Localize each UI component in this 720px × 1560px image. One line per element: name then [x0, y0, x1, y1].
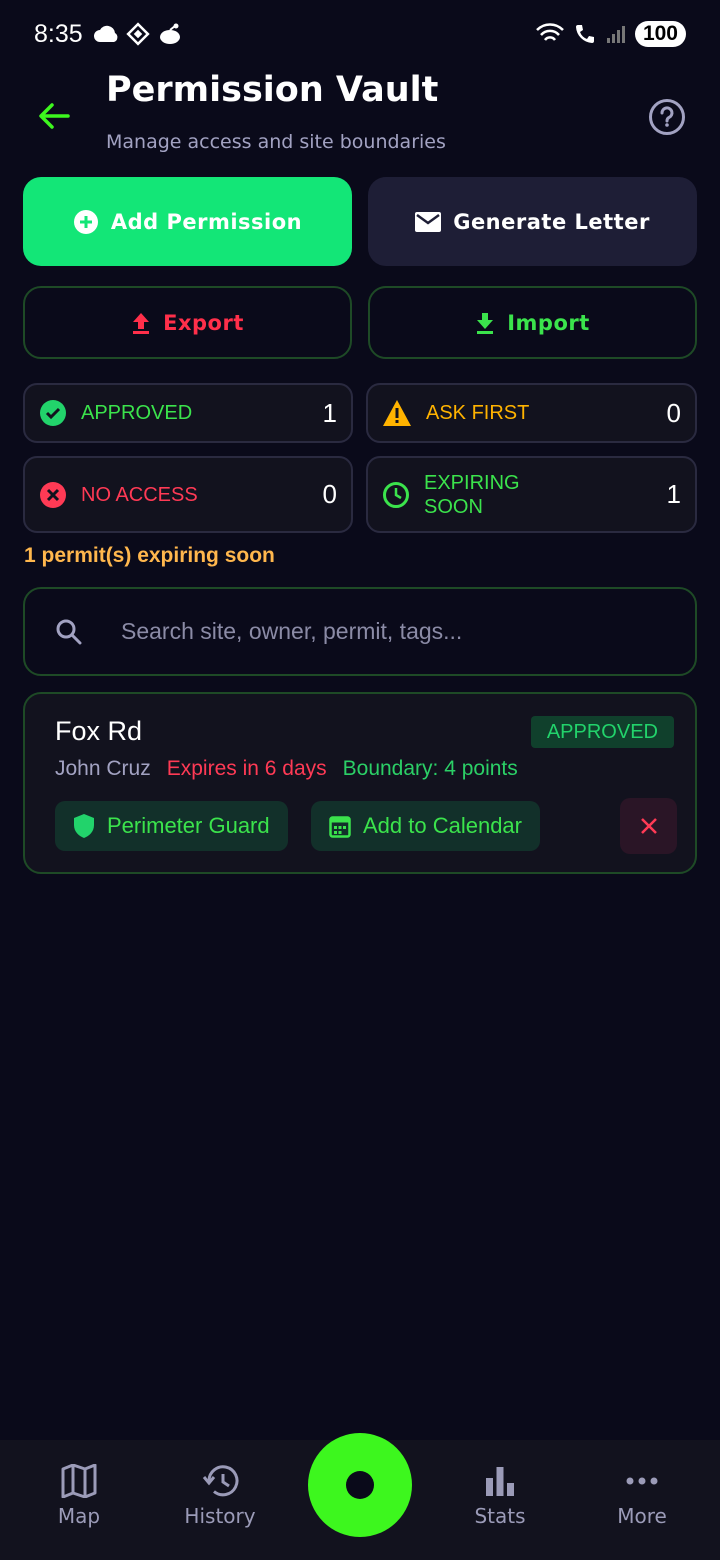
- add-to-calendar-button[interactable]: Add to Calendar: [311, 801, 540, 851]
- page-title: Permission Vault: [106, 70, 439, 110]
- nav-stats-label: Stats: [474, 1504, 526, 1528]
- shield-icon: [74, 814, 94, 838]
- signal-icon: [606, 26, 625, 43]
- stat-expiring-soon[interactable]: EXPIRING SOON 1: [366, 456, 697, 533]
- page-subtitle: Manage access and site boundaries: [106, 131, 446, 153]
- record-dot-icon: [346, 1471, 374, 1499]
- expiring-notice: 1 permit(s) expiring soon: [24, 544, 275, 567]
- app-diamond-icon: [126, 22, 150, 46]
- back-button[interactable]: [34, 96, 74, 136]
- add-permission-button[interactable]: Add Permission: [23, 177, 352, 266]
- delete-permission-button[interactable]: [620, 798, 677, 854]
- search-icon: [56, 619, 82, 644]
- generate-letter-label: Generate Letter: [453, 209, 650, 234]
- search-bar[interactable]: [23, 587, 697, 676]
- reddit-icon: [159, 23, 180, 44]
- stat-approved[interactable]: APPROVED 1: [23, 383, 353, 443]
- stat-ask-first-label: ASK FIRST: [426, 402, 530, 424]
- nav-map-label: Map: [57, 1504, 101, 1528]
- perimeter-guard-label: Perimeter Guard: [107, 813, 270, 838]
- permission-owner: John Cruz: [55, 757, 151, 780]
- import-label: Import: [507, 310, 590, 335]
- bar-chart-icon: [486, 1467, 514, 1496]
- download-icon: [477, 312, 494, 334]
- stat-expiring-soon-label: EXPIRING SOON: [424, 471, 520, 518]
- close-icon: [640, 818, 657, 834]
- record-fab-button[interactable]: [308, 1433, 412, 1537]
- permission-card[interactable]: Fox Rd APPROVED John Cruz Expires in 6 d…: [23, 692, 697, 874]
- arrow-back-icon: [39, 103, 70, 129]
- nav-more-label: More: [617, 1504, 667, 1528]
- nav-map[interactable]: Map: [19, 1464, 139, 1528]
- phone-call-icon: [575, 25, 594, 43]
- cancel-circle-icon: [40, 481, 66, 508]
- stat-no-access-count: 0: [322, 479, 337, 509]
- permission-expiry: Expires in 6 days: [166, 757, 327, 780]
- nav-history-label: History: [184, 1504, 256, 1528]
- status-badge: APPROVED: [530, 716, 674, 748]
- battery-indicator: 100: [634, 21, 686, 47]
- permission-boundary: Boundary: 4 points: [342, 757, 518, 780]
- map-icon: [61, 1464, 97, 1498]
- nav-more[interactable]: More: [582, 1464, 702, 1528]
- help-button[interactable]: [648, 98, 686, 136]
- generate-letter-button[interactable]: Generate Letter: [368, 177, 697, 266]
- add-permission-label: Add Permission: [110, 209, 303, 234]
- stat-ask-first-count: 0: [666, 397, 681, 428]
- wifi-icon: [536, 23, 564, 41]
- history-icon: [202, 1465, 239, 1497]
- add-circle-icon: [73, 209, 98, 234]
- check-circle-icon: [40, 400, 66, 426]
- upload-icon: [133, 312, 150, 334]
- stat-no-access-label: NO ACCESS: [81, 483, 198, 506]
- nav-history[interactable]: History: [160, 1464, 280, 1528]
- status-time: 8:35: [34, 19, 83, 48]
- cloud-icon: [93, 25, 118, 42]
- help-icon: [649, 99, 685, 135]
- warning-icon: [383, 400, 411, 426]
- nav-stats[interactable]: Stats: [440, 1464, 560, 1528]
- import-button[interactable]: Import: [368, 286, 697, 359]
- perimeter-guard-button[interactable]: Perimeter Guard: [55, 801, 288, 851]
- clock-icon: [383, 481, 409, 508]
- stat-no-access[interactable]: NO ACCESS 0: [23, 456, 353, 533]
- stat-expiring-soon-count: 1: [666, 479, 681, 509]
- add-to-calendar-label: Add to Calendar: [363, 813, 522, 838]
- calendar-icon: [329, 816, 351, 838]
- stat-approved-label: APPROVED: [81, 402, 193, 424]
- stat-ask-first[interactable]: ASK FIRST 0: [366, 383, 697, 443]
- stat-approved-count: 1: [322, 397, 337, 428]
- permission-site-name: Fox Rd: [55, 716, 143, 746]
- more-dots-icon: [626, 1477, 658, 1485]
- search-input[interactable]: [121, 618, 641, 645]
- export-label: Export: [163, 310, 244, 335]
- permission-meta: John Cruz Expires in 6 days Boundary: 4 …: [55, 757, 518, 781]
- export-button[interactable]: Export: [23, 286, 352, 359]
- mail-icon: [415, 211, 442, 232]
- status-bar: 8:35 100: [0, 0, 720, 68]
